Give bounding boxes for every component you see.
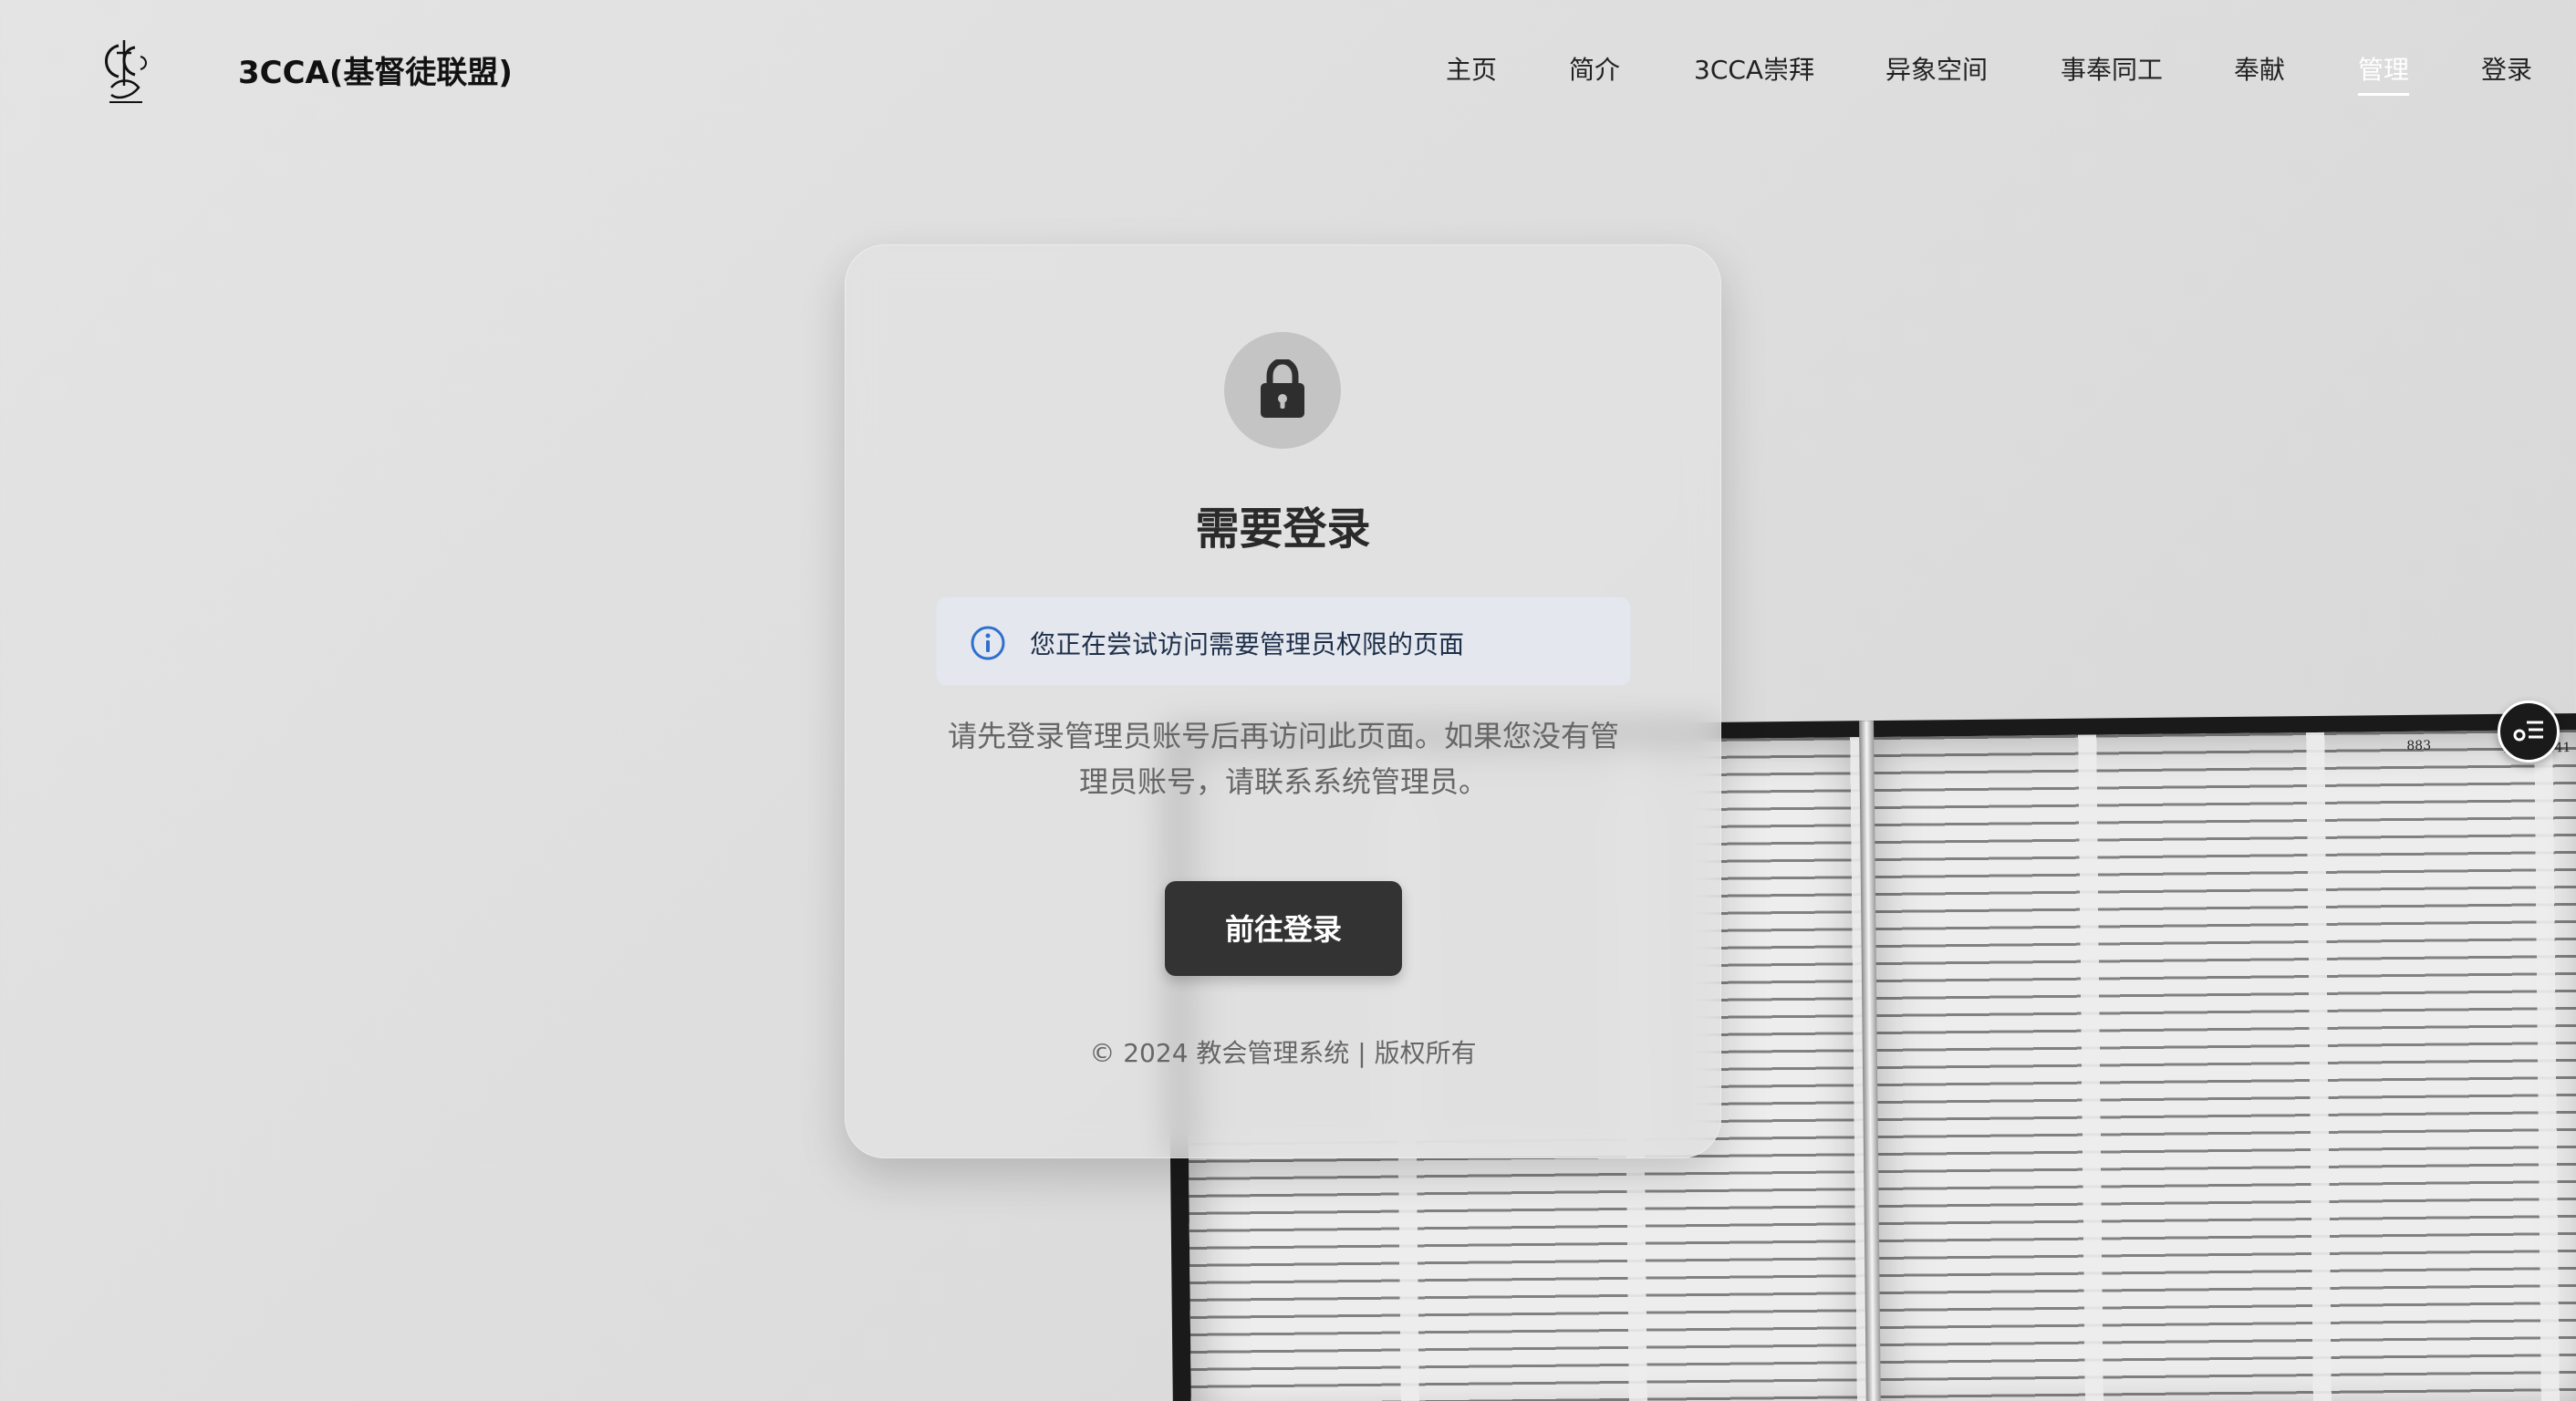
- 3c-monogram-logo-icon[interactable]: [91, 36, 164, 109]
- lock-icon-circle: [1224, 332, 1341, 449]
- filter-list-icon: [2513, 721, 2543, 742]
- brand-name[interactable]: 3CCA(基督徒联盟): [238, 47, 513, 92]
- nav-item-vision-space[interactable]: 异象空间: [1885, 50, 1988, 87]
- bible-page-number: 883: [2406, 738, 2432, 753]
- nav-item-login[interactable]: 登录: [2481, 50, 2532, 87]
- nav-item-home[interactable]: 主页: [1446, 50, 1497, 87]
- card-footer-copyright: © 2024 教会管理系统 | 版权所有: [1089, 1038, 1477, 1068]
- nav-item-admin[interactable]: 管理: [2358, 50, 2410, 96]
- permission-alert: 您正在尝试访问需要管理员权限的页面: [936, 597, 1631, 686]
- card-title: 需要登录: [1195, 503, 1371, 555]
- info-icon: [971, 626, 1005, 660]
- nav-item-about[interactable]: 简介: [1569, 50, 1620, 87]
- site-header: 3CCA(基督徒联盟) 主页 简介 3CCA崇拜 异象空间 事奉同工 奉献 管理…: [0, 0, 2576, 137]
- nav-item-offering[interactable]: 奉献: [2234, 50, 2285, 87]
- login-required-card: 需要登录 您正在尝试访问需要管理员权限的页面 请先登录管理员账号后再访问此页面。…: [845, 244, 1721, 1158]
- nav-item-ministry-staff[interactable]: 事奉同工: [2061, 50, 2163, 87]
- alert-text: 您正在尝试访问需要管理员权限的页面: [1030, 629, 1465, 659]
- lock-icon: [1261, 359, 1304, 418]
- card-description: 请先登录管理员账号后再访问此页面。如果您没有管理员账号，请联系系统管理员。: [947, 719, 1619, 799]
- go-to-login-button[interactable]: 前往登录: [1165, 881, 1402, 976]
- nav-item-worship[interactable]: 3CCA崇拜: [1694, 50, 1814, 87]
- floating-filter-button[interactable]: [2498, 700, 2560, 763]
- bible-right-page: [1868, 729, 2576, 1401]
